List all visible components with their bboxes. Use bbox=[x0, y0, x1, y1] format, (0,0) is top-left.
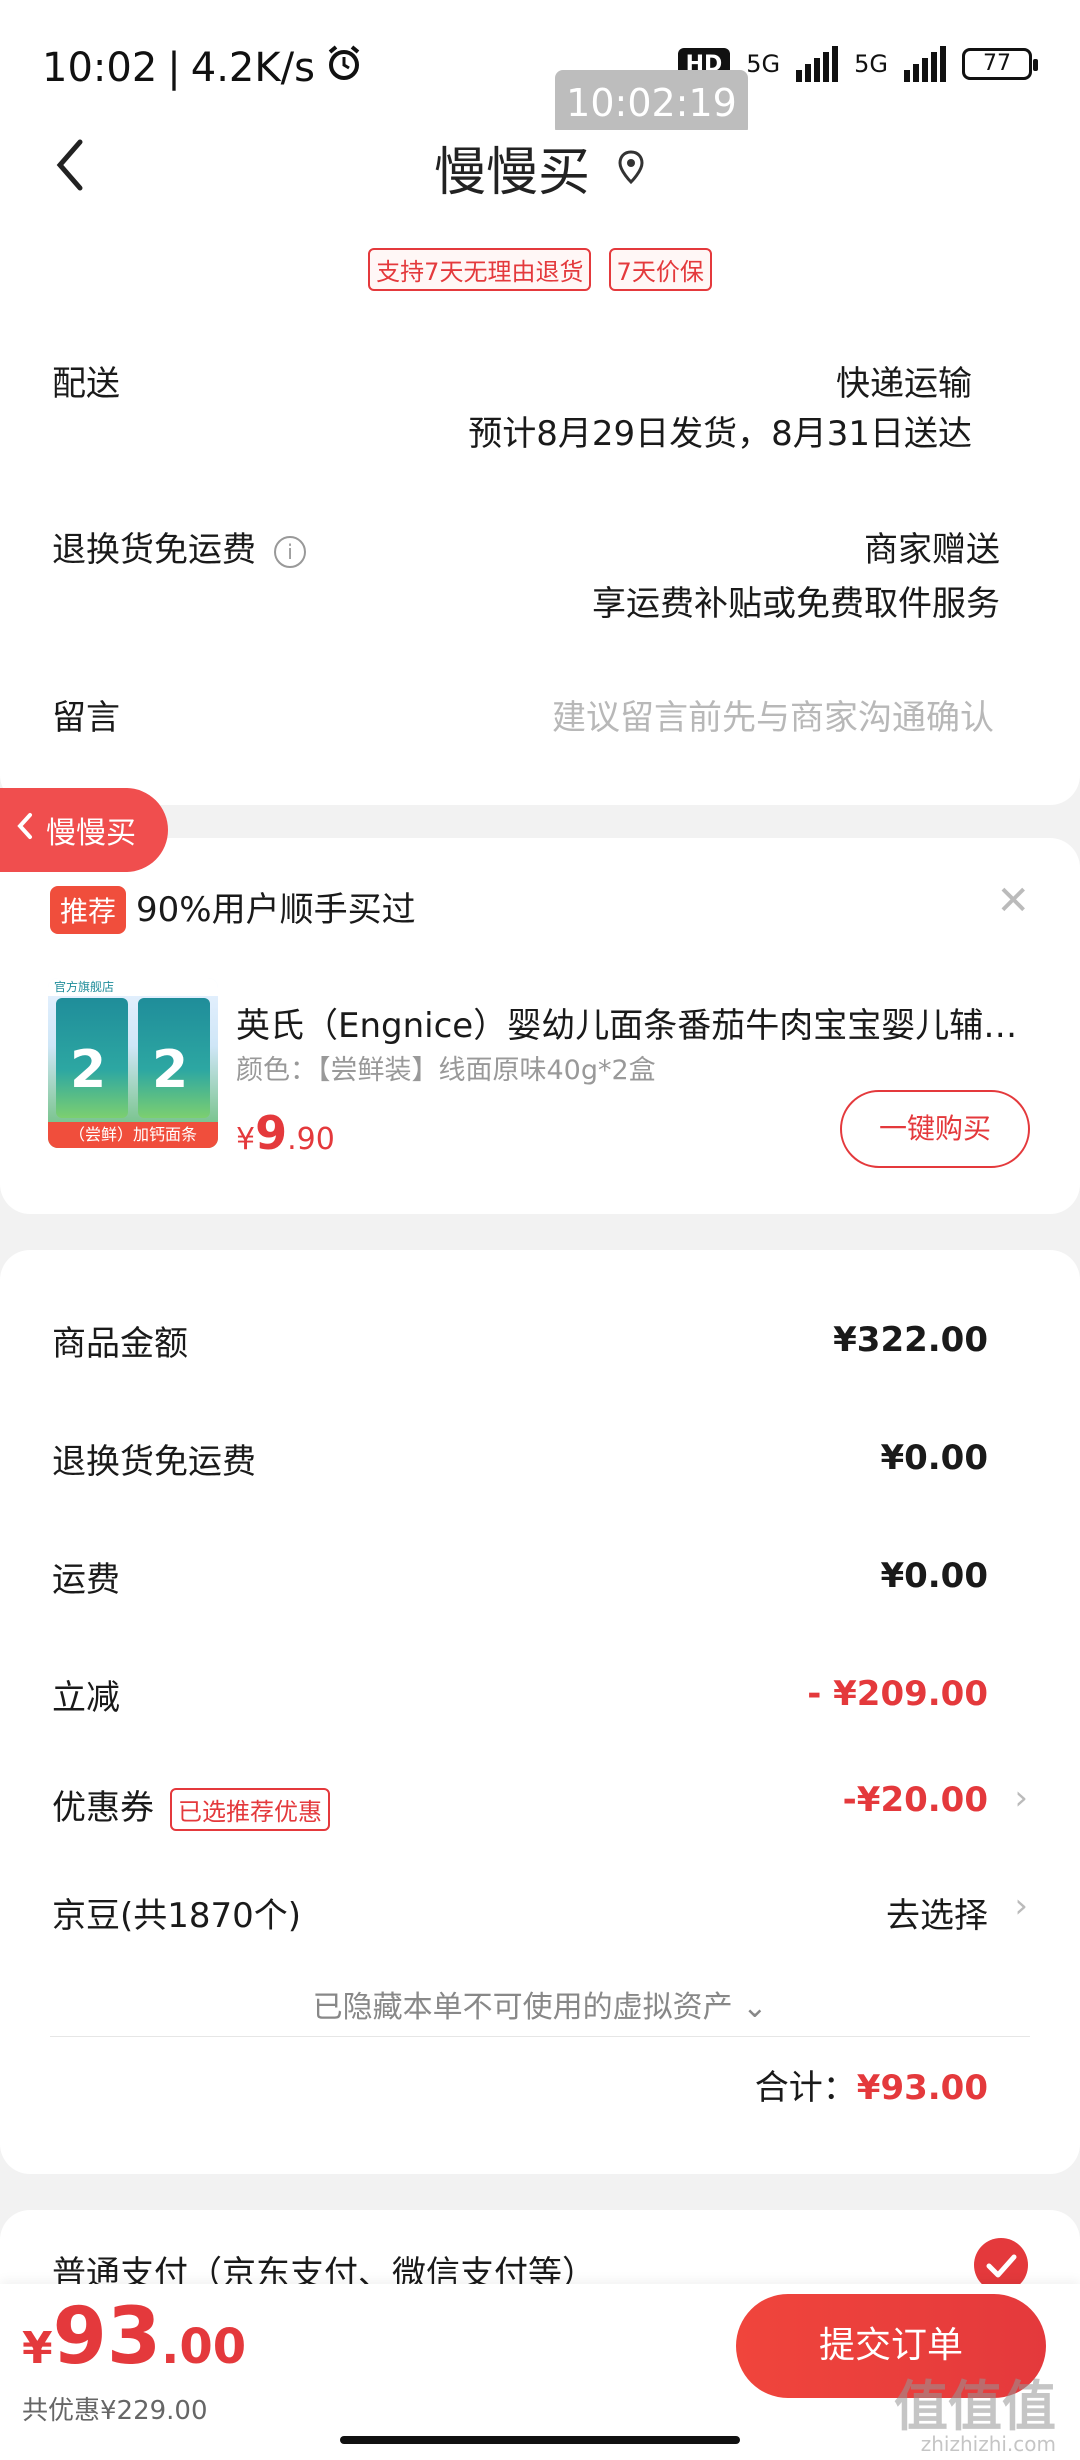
net1-label: 5G bbox=[746, 50, 781, 78]
product-image-top-text: 官方旗舰店 bbox=[48, 978, 218, 996]
beans-select[interactable]: 去选择 bbox=[886, 1888, 988, 1937]
home-indicator[interactable] bbox=[340, 2436, 740, 2444]
signal-icon-2 bbox=[904, 46, 946, 82]
watermark-url: zhizhizhi.com bbox=[920, 2432, 1056, 2456]
header-title-wrap: 慢慢买 bbox=[434, 130, 646, 205]
box-number: 2 bbox=[152, 1040, 189, 1100]
delivery-estimate: 预计8月29日发货，8月31日送达 bbox=[468, 414, 972, 454]
message-label: 留言 bbox=[52, 698, 120, 738]
header: 慢慢买 支持7天无理由退货 7天价保 bbox=[0, 130, 1080, 330]
coupon-row[interactable]: 优惠券 已选推荐优惠 bbox=[52, 1780, 330, 1831]
final-price: ¥93.00 bbox=[22, 2292, 246, 2382]
page-title: 慢慢买 bbox=[433, 143, 590, 203]
total-value: ¥93.00 bbox=[856, 2068, 988, 2108]
close-icon[interactable]: ✕ bbox=[996, 878, 1030, 924]
price-dec: .90 bbox=[287, 1122, 335, 1157]
product-spec: 颜色：【尝鲜装】线面原味40g*2盒 bbox=[236, 1055, 656, 1086]
box-number: 2 bbox=[70, 1040, 107, 1100]
location-pin-icon[interactable] bbox=[616, 138, 646, 198]
discount-value: - ¥209.00 bbox=[807, 1674, 988, 1714]
final-dec: .00 bbox=[161, 2319, 247, 2375]
hidden-assets-toggle[interactable]: 已隐藏本单不可使用的虚拟资产 ⌄ bbox=[0, 1982, 1080, 2026]
tag-7day-return: 支持7天无理由退货 bbox=[368, 248, 592, 291]
goods-amount-value: ¥322.00 bbox=[833, 1320, 988, 1360]
goods-amount-label: 商品金额 bbox=[52, 1324, 188, 1364]
recommend-badge: 推荐 bbox=[50, 886, 127, 934]
product-title[interactable]: 英氏（Engnice）婴幼儿面条番茄牛肉宝宝婴儿辅食面 bbox=[236, 998, 1026, 1047]
coupon-label: 优惠券 bbox=[52, 1788, 154, 1828]
signal-icon bbox=[796, 46, 839, 82]
shipping-value: ¥0.00 bbox=[880, 1556, 988, 1596]
delivery-method[interactable]: 快递运输 bbox=[836, 356, 972, 405]
final-yen: ¥ bbox=[22, 2323, 53, 2374]
product-image[interactable]: 官方旗舰店 2 2 （尝鲜）加钙面条40g*2盒 bbox=[48, 978, 218, 1148]
status-separator: | bbox=[167, 45, 181, 91]
service-tags: 支持7天无理由退货 7天价保 bbox=[0, 248, 1080, 291]
return-desc: 享运费补贴或免费取件服务 bbox=[592, 584, 1000, 624]
divider bbox=[50, 2036, 1030, 2037]
return-fee-label: 退换货免运费 bbox=[52, 1442, 256, 1482]
tag-price-protect: 7天价保 bbox=[608, 248, 712, 291]
price-int: 9 bbox=[255, 1106, 288, 1160]
discount-label: 立减 bbox=[52, 1678, 120, 1718]
amount-card: 商品金额 ¥322.00 退换货免运费 ¥0.00 运费 ¥0.00 立减 - … bbox=[0, 1250, 1080, 2174]
status-speed: 4.2K/s bbox=[190, 45, 315, 91]
return-label: 退换货免运费 bbox=[52, 530, 256, 570]
mmb-float-button[interactable]: 慢慢买 bbox=[0, 788, 168, 872]
product-box-left: 2 bbox=[56, 998, 128, 1118]
time-overlay: 10:02:19 bbox=[555, 70, 748, 136]
info-icon[interactable]: i bbox=[274, 535, 306, 568]
status-time: 10:02 bbox=[42, 45, 158, 91]
alarm-icon bbox=[325, 44, 363, 92]
status-left: 10:02 | 4.2K/s bbox=[42, 44, 363, 92]
message-input[interactable]: 建议留言前先与商家沟通确认 bbox=[552, 690, 994, 739]
beans-label: 京豆(共1870个) bbox=[52, 1896, 302, 1936]
coupon-tag: 已选推荐优惠 bbox=[170, 1788, 330, 1831]
status-bar: 10:02 | 4.2K/s HD 5G 5G 77 bbox=[0, 0, 1080, 130]
coupon-value[interactable]: -¥20.00 bbox=[843, 1780, 988, 1820]
shipping-label: 运费 bbox=[52, 1560, 120, 1600]
return-value: 商家赠送 bbox=[864, 530, 1000, 570]
header-title-row: 慢慢买 bbox=[0, 130, 1080, 205]
chevron-right-icon[interactable]: › bbox=[1014, 1886, 1028, 1926]
total-saved: 共优惠¥229.00 bbox=[22, 2396, 208, 2426]
final-int: 93 bbox=[52, 2292, 162, 2382]
battery-icon: 77 bbox=[962, 48, 1038, 80]
recommend-card: 推荐 90%用户顺手买过 ✕ 官方旗舰店 2 2 （尝鲜）加钙面条40g*2盒 … bbox=[0, 838, 1080, 1214]
product-image-banner: （尝鲜）加钙面条40g*2盒 bbox=[48, 1122, 218, 1148]
chevron-right-icon[interactable]: › bbox=[1014, 1778, 1028, 1818]
total-row: 合计：¥93.00 bbox=[755, 2060, 988, 2109]
product-price: ¥9.90 bbox=[236, 1106, 335, 1160]
total-label: 合计： bbox=[754, 2068, 857, 2108]
return-label-row: 退换货免运费 i bbox=[52, 522, 306, 571]
product-box-right: 2 bbox=[138, 998, 210, 1118]
net2-label: 5G bbox=[854, 50, 888, 78]
return-fee-value: ¥0.00 bbox=[880, 1438, 988, 1478]
recommend-text: 90%用户顺手买过 bbox=[136, 890, 416, 930]
watermark-logo: 值值值 bbox=[894, 2375, 1056, 2438]
delivery-card: 配送 快递运输 预计8月29日发货，8月31日送达 退换货免运费 i 商家赠送 享… bbox=[0, 320, 1080, 805]
price-yen: ¥ bbox=[236, 1122, 256, 1157]
one-click-buy-button[interactable]: 一键购买 bbox=[840, 1090, 1030, 1168]
delivery-label: 配送 bbox=[52, 364, 120, 404]
float-pill-label: 慢慢买 bbox=[46, 816, 136, 851]
chevron-left-small-icon bbox=[16, 811, 34, 849]
